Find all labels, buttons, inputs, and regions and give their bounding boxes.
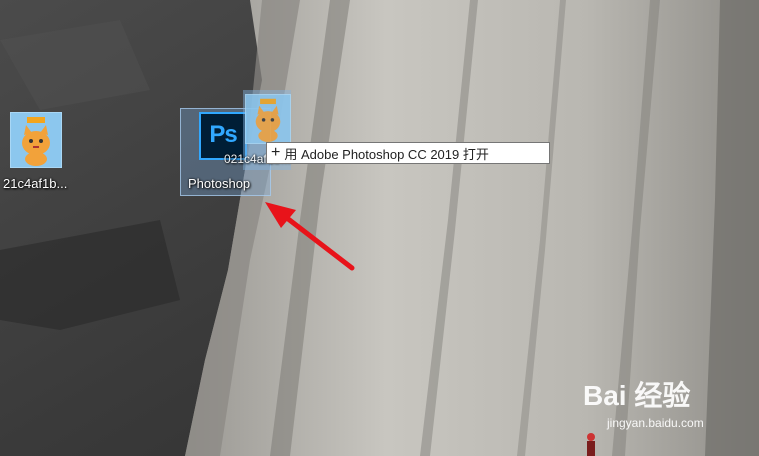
desktop[interactable]: 21c4af1b... Ps Photoshop 021c4af1b... + …	[0, 0, 759, 456]
baidu-jingyan-logo: Bai 经验	[583, 380, 691, 411]
baidu-watermark: Bai 经验 jingyan.baidu.com	[583, 372, 753, 434]
watermark-url: jingyan.baidu.com	[607, 416, 704, 430]
